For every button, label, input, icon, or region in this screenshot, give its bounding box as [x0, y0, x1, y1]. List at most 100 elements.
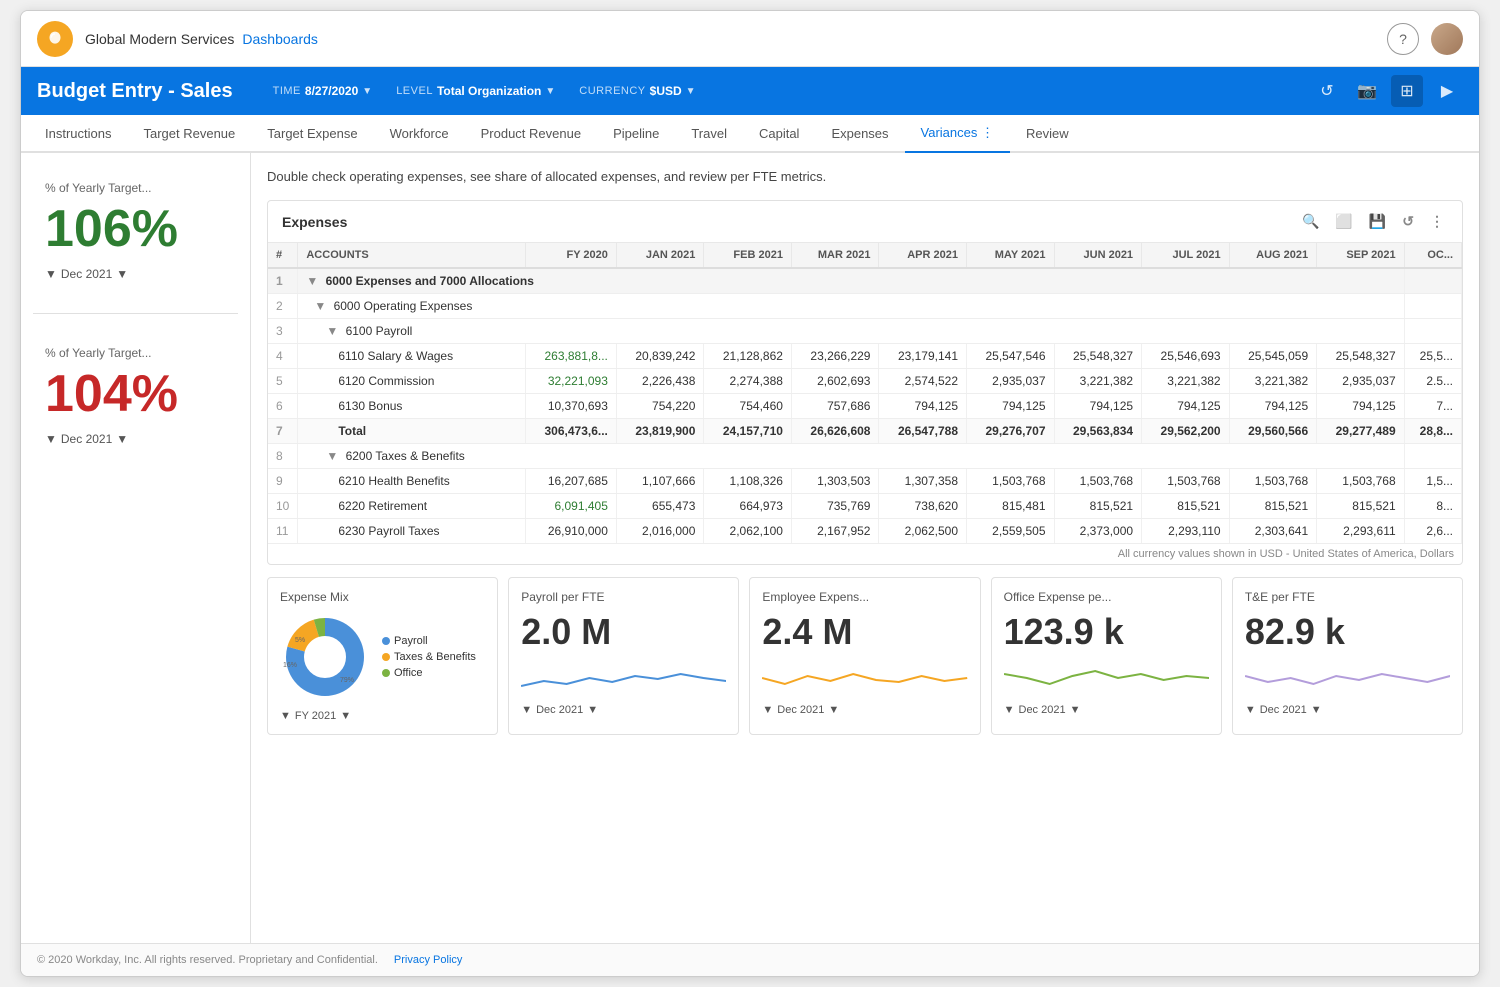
sidebar: % of Yearly Target... 106% ▼ Dec 2021 ▼ …: [21, 153, 251, 943]
content-description: Double check operating expenses, see sha…: [267, 165, 1463, 188]
tab-target-expense[interactable]: Target Expense: [251, 116, 373, 153]
tabs-bar: Instructions Target Revenue Target Expen…: [21, 115, 1479, 153]
kpi1-label: % of Yearly Target...: [45, 181, 226, 195]
refresh-table-icon[interactable]: ↺: [1398, 211, 1418, 232]
video-icon[interactable]: ▶: [1431, 75, 1463, 107]
donut-legend: Payroll Taxes & Benefits Office: [382, 635, 476, 679]
col-aug2021: AUG 2021: [1229, 243, 1317, 268]
dashboards-link[interactable]: Dashboards: [242, 31, 318, 47]
level-filter[interactable]: LEVEL Total Organization ▼: [396, 84, 555, 98]
col-oct2021: OC...: [1404, 243, 1461, 268]
office-expense-title: Office Expense pe...: [1004, 590, 1209, 604]
export-icon[interactable]: ⬜: [1331, 211, 1356, 232]
tab-variances[interactable]: Variances ⋮: [905, 115, 1010, 153]
te-per-fte-card: T&E per FTE 82.9 k ▼ Dec 2021 ▼: [1232, 577, 1463, 735]
col-jul2021: JUL 2021: [1142, 243, 1230, 268]
help-icon[interactable]: ?: [1387, 23, 1419, 55]
more-options-icon[interactable]: ⋮: [1426, 211, 1448, 232]
table-row: 9 6210 Health Benefits 16,207,685 1,107,…: [268, 469, 1462, 494]
top-nav: Global Modern Services Dashboards ?: [21, 11, 1479, 67]
camera-icon[interactable]: 📷: [1351, 75, 1383, 107]
kpi-card-2: % of Yearly Target... 104% ▼ Dec 2021 ▼: [33, 334, 238, 458]
col-apr2021: APR 2021: [879, 243, 967, 268]
donut-chart: 5% 16% 79%: [280, 612, 370, 702]
col-fy2020: FY 2020: [525, 243, 616, 268]
te-per-fte-chart: [1245, 656, 1450, 696]
kpi-card-1: % of Yearly Target... 106% ▼ Dec 2021 ▼: [33, 169, 238, 293]
tab-workforce[interactable]: Workforce: [374, 116, 465, 153]
tab-review[interactable]: Review: [1010, 116, 1085, 153]
col-accounts: ACCOUNTS: [298, 243, 525, 268]
col-feb2021: FEB 2021: [704, 243, 792, 268]
kpi1-value: 106%: [45, 203, 226, 255]
table-row: 7 Total 306,473,6... 23,819,900 24,157,7…: [268, 419, 1462, 444]
payroll-per-fte-title: Payroll per FTE: [521, 590, 726, 604]
table-row: 11 6230 Payroll Taxes 26,910,000 2,016,0…: [268, 519, 1462, 544]
col-num: #: [268, 243, 298, 268]
expenses-table-wrap: # ACCOUNTS FY 2020 JAN 2021 FEB 2021 MAR…: [268, 243, 1462, 564]
table-row: 5 6120 Commission 32,221,093 2,226,438 2…: [268, 369, 1462, 394]
footer-privacy-link[interactable]: Privacy Policy: [394, 954, 462, 966]
expenses-title: Expenses: [282, 214, 347, 230]
currency-note: All currency values shown in USD - Unite…: [268, 544, 1462, 564]
expense-mix-title: Expense Mix: [280, 590, 485, 604]
kpi1-footer-label: Dec 2021: [61, 267, 112, 281]
workday-logo: [37, 21, 73, 57]
tab-expenses[interactable]: Expenses: [815, 116, 904, 153]
expense-mix-card: Expense Mix 5% 16% 79%: [267, 577, 498, 735]
tab-product-revenue[interactable]: Product Revenue: [465, 116, 597, 153]
table-row: 3 ▼ 6100 Payroll: [268, 319, 1462, 344]
svg-text:16%: 16%: [283, 662, 297, 669]
kpi2-label: % of Yearly Target...: [45, 346, 226, 360]
search-icon[interactable]: 🔍: [1298, 211, 1323, 232]
payroll-per-fte-footer[interactable]: ▼ Dec 2021 ▼: [521, 704, 726, 716]
payroll-per-fte-value: 2.0 M: [521, 612, 726, 652]
expenses-card-header: Expenses 🔍 ⬜ 💾 ↺ ⋮: [268, 201, 1462, 243]
kpi2-value: 104%: [45, 368, 226, 420]
time-filter[interactable]: TIME 8/27/2020 ▼: [273, 84, 373, 98]
employee-expense-chart: [762, 656, 967, 696]
avatar[interactable]: [1431, 23, 1463, 55]
save-icon[interactable]: 💾: [1365, 211, 1390, 232]
expense-mix-footer[interactable]: ▼ FY 2021 ▼: [280, 710, 485, 722]
employee-expense-footer[interactable]: ▼ Dec 2021 ▼: [762, 704, 967, 716]
te-per-fte-title: T&E per FTE: [1245, 590, 1450, 604]
te-per-fte-value: 82.9 k: [1245, 612, 1450, 652]
kpi1-footer[interactable]: ▼ Dec 2021 ▼: [45, 267, 226, 281]
tab-pipeline[interactable]: Pipeline: [597, 116, 675, 153]
expenses-card: Expenses 🔍 ⬜ 💾 ↺ ⋮ # ACCOUN: [267, 200, 1463, 565]
table-row: 6 6130 Bonus 10,370,693 754,220 754,460 …: [268, 394, 1462, 419]
office-expense-card: Office Expense pe... 123.9 k ▼ Dec 2021 …: [991, 577, 1222, 735]
kpi2-footer-label: Dec 2021: [61, 432, 112, 446]
tab-travel[interactable]: Travel: [675, 116, 743, 153]
table-row: 4 6110 Salary & Wages 263,881,8... 20,83…: [268, 344, 1462, 369]
col-jun2021: JUN 2021: [1054, 243, 1142, 268]
office-expense-footer[interactable]: ▼ Dec 2021 ▼: [1004, 704, 1209, 716]
grid-view-icon[interactable]: ⊞: [1391, 75, 1423, 107]
col-sep2021: SEP 2021: [1317, 243, 1405, 268]
employee-expense-title: Employee Expens...: [762, 590, 967, 604]
refresh-icon[interactable]: ↺: [1311, 75, 1343, 107]
table-row: 8 ▼ 6200 Taxes & Benefits: [268, 444, 1462, 469]
table-row: 2 ▼ 6000 Operating Expenses: [268, 294, 1462, 319]
header-bar: Budget Entry - Sales TIME 8/27/2020 ▼ LE…: [21, 67, 1479, 115]
footer-bar: © 2020 Workday, Inc. All rights reserved…: [21, 943, 1479, 976]
office-expense-value: 123.9 k: [1004, 612, 1209, 652]
office-expense-chart: [1004, 656, 1209, 696]
content-area: Double check operating expenses, see sha…: [251, 153, 1479, 943]
donut-wrap: 5% 16% 79% Payroll T: [280, 612, 485, 702]
legend-office: Office: [382, 667, 476, 679]
svg-text:79%: 79%: [340, 677, 354, 684]
tab-capital[interactable]: Capital: [743, 116, 815, 153]
page-title: Budget Entry - Sales: [37, 80, 233, 103]
col-mar2021: MAR 2021: [791, 243, 879, 268]
payroll-per-fte-chart: [521, 656, 726, 696]
tab-instructions[interactable]: Instructions: [29, 116, 127, 153]
currency-filter[interactable]: CURRENCY $USD ▼: [579, 84, 695, 98]
col-may2021: MAY 2021: [967, 243, 1055, 268]
col-jan2021: JAN 2021: [616, 243, 704, 268]
te-per-fte-footer[interactable]: ▼ Dec 2021 ▼: [1245, 704, 1450, 716]
tab-target-revenue[interactable]: Target Revenue: [127, 116, 251, 153]
legend-taxes: Taxes & Benefits: [382, 651, 476, 663]
kpi2-footer[interactable]: ▼ Dec 2021 ▼: [45, 432, 226, 446]
